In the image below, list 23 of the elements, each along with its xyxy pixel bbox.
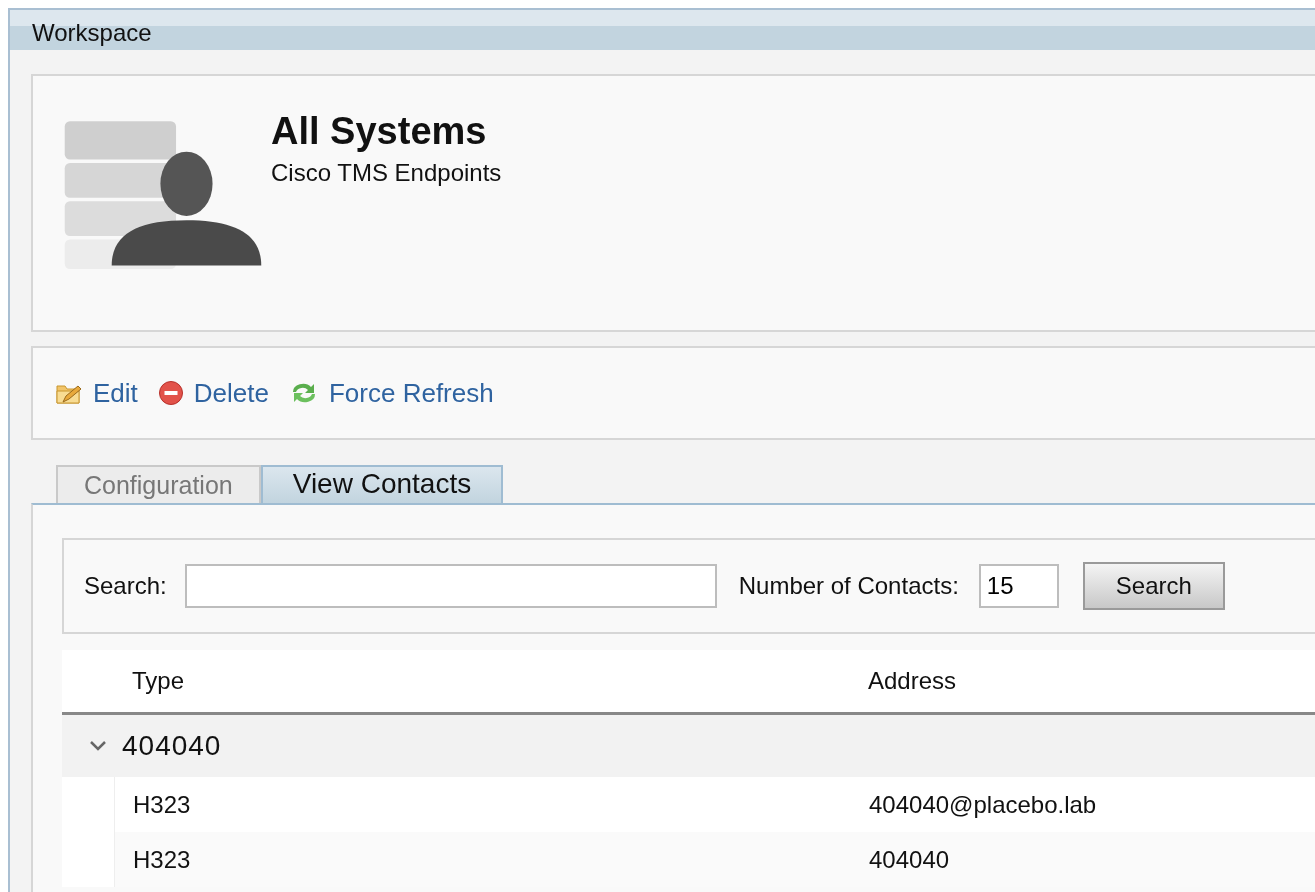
count-field[interactable]: 15 — [978, 564, 1059, 608]
chevron-down-icon[interactable] — [90, 741, 106, 751]
search-field[interactable] — [184, 564, 717, 608]
tab[interactable]: View Contacts — [260, 465, 504, 503]
tab[interactable]: Configuration — [56, 465, 261, 503]
table-cell: 404040@placebo.lab — [869, 790, 1097, 819]
group-label: 404040 — [122, 730, 222, 762]
count-label: Number of Contacts: — [738, 572, 959, 600]
delete-icon — [157, 380, 184, 406]
column-header[interactable]: Address — [868, 667, 957, 695]
table-cell-text: H323 — [132, 790, 192, 819]
table-cell-text: H323 — [132, 845, 192, 874]
action-link[interactable]: Force Refresh — [288, 377, 494, 409]
action-link[interactable]: Edit — [55, 377, 138, 409]
window-title: Workspace — [10, 10, 1315, 50]
table-cell: 404040 — [869, 845, 950, 874]
page-subtitle: Cisco TMS Endpoints — [271, 159, 502, 187]
group-row[interactable]: 404040 — [62, 715, 1315, 777]
search-label: Search: — [84, 572, 167, 600]
page-title: All Systems — [271, 110, 488, 153]
search-button[interactable]: Search — [1082, 562, 1225, 610]
action-link[interactable]: Delete — [157, 377, 269, 409]
column-header[interactable]: Type — [62, 667, 868, 695]
